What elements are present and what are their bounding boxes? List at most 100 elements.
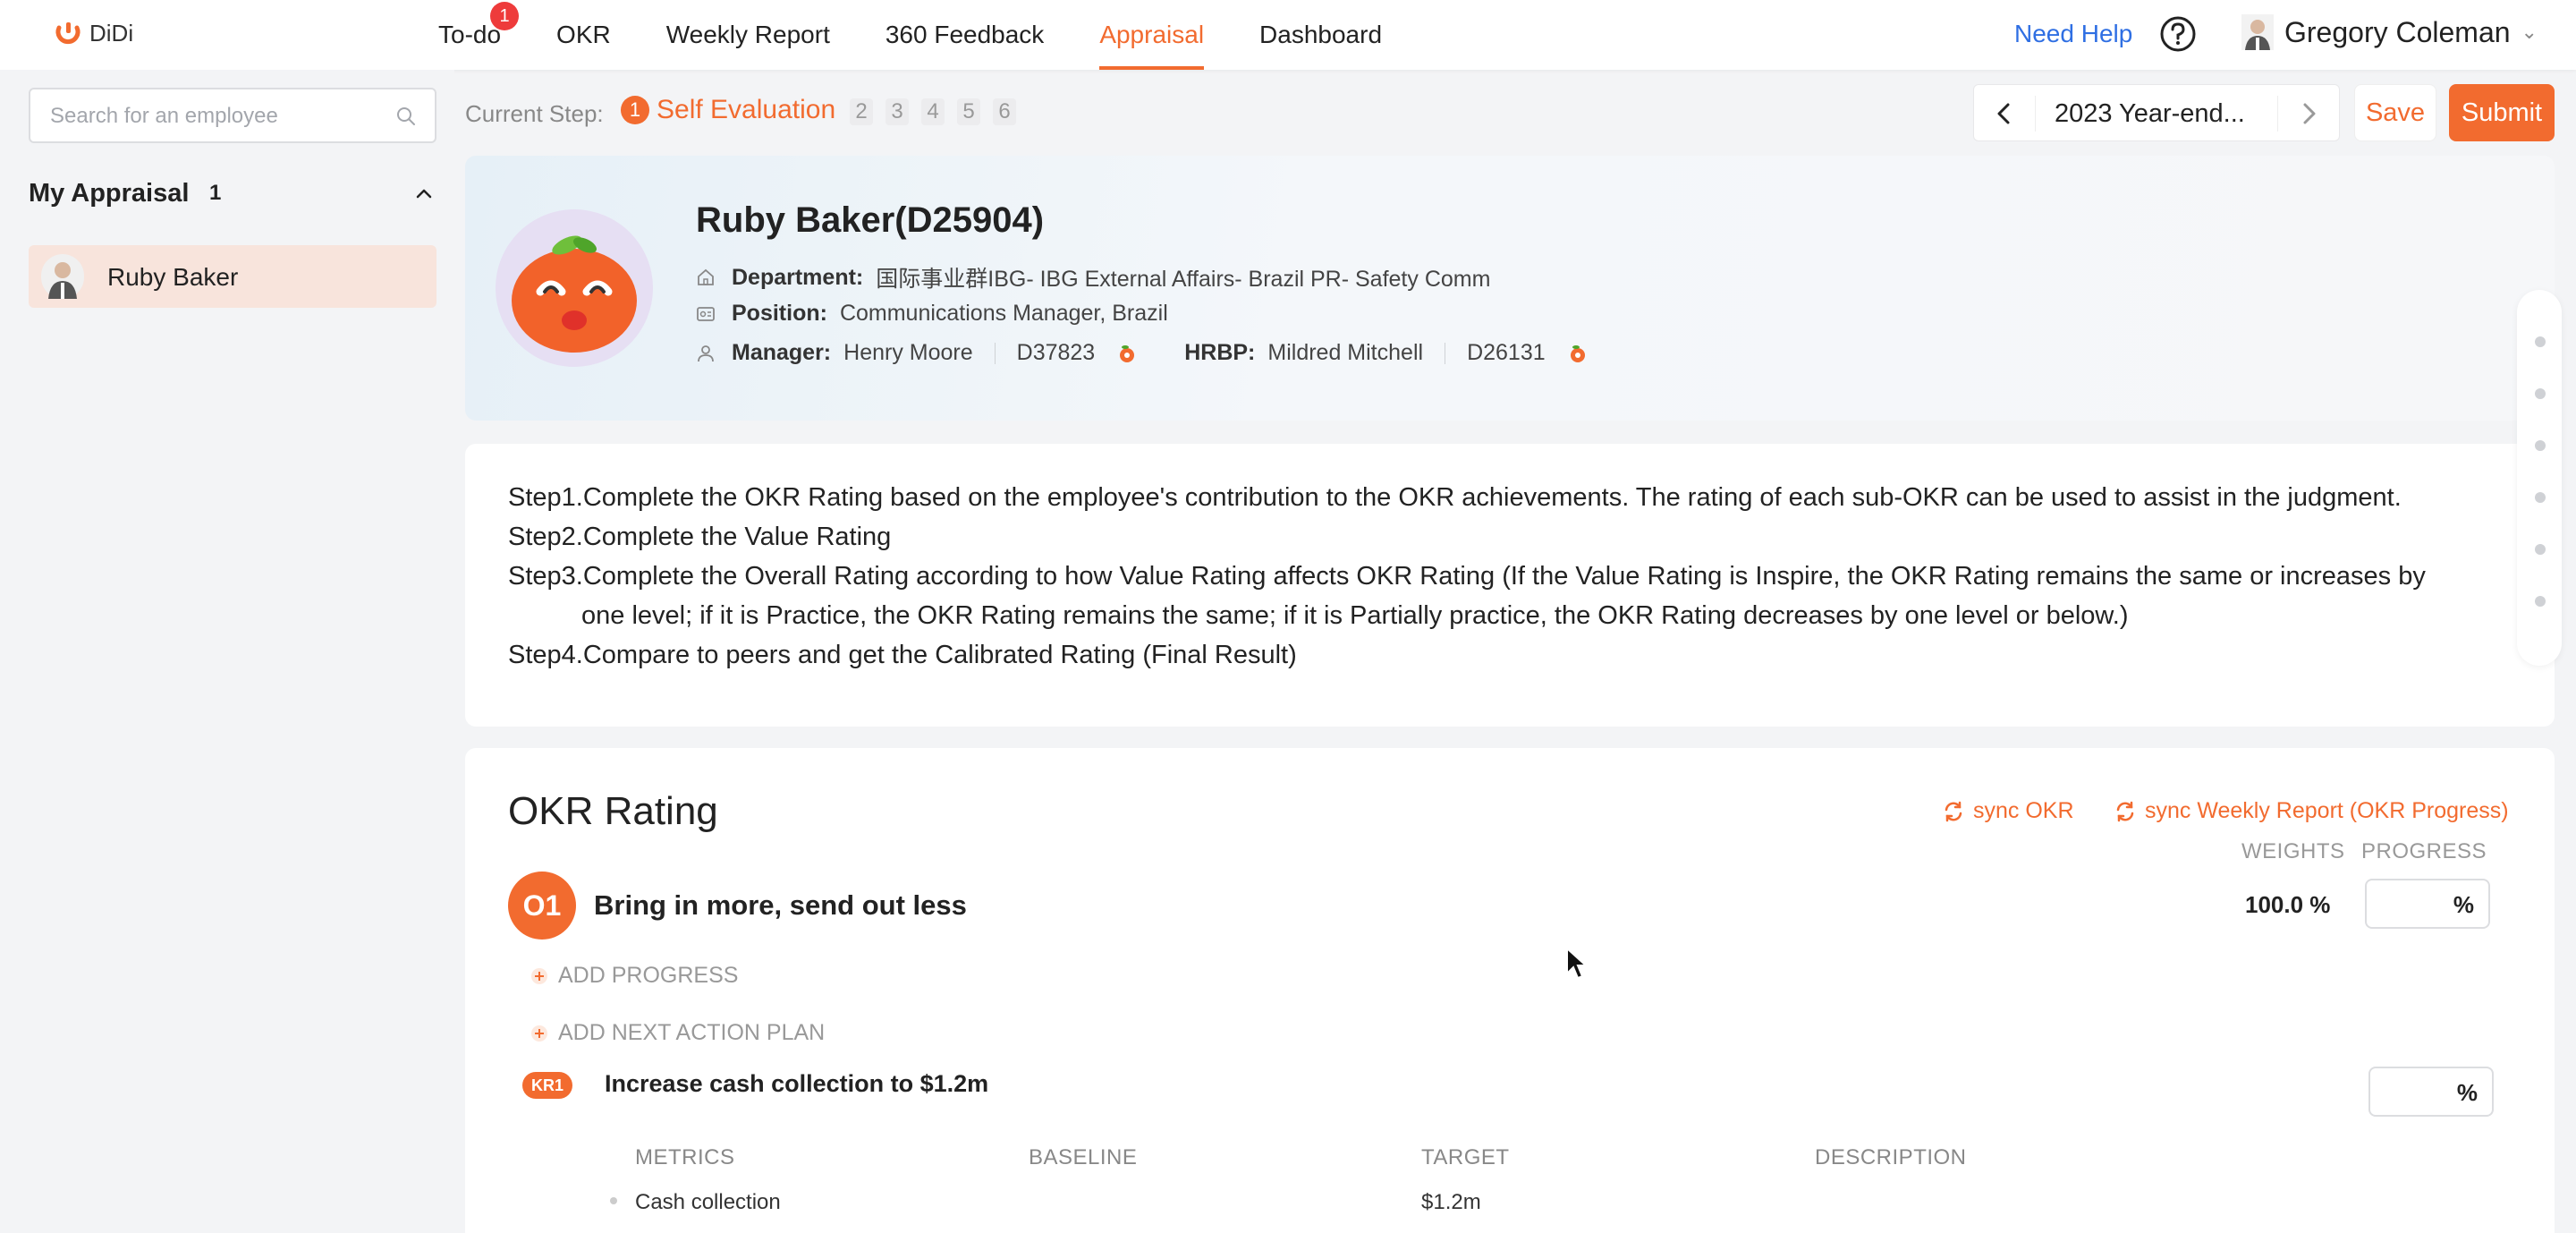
submit-button[interactable]: Submit [2449,84,2555,141]
manager-id: D37823 [1016,340,1096,365]
plus-circle-icon [531,967,547,984]
department-value: 国际事业群IBG- IBG External Affairs- Brazil P… [876,267,1491,292]
instruction-step-2: Step2.Complete the Value Rating [508,523,892,551]
step-number-active: 1 [621,96,649,124]
my-appraisal-heading: My Appraisal [29,179,190,208]
chat-fruit-icon[interactable] [1116,343,1138,364]
position-value: Communications Manager, Brazil [839,301,1168,326]
objective-weight: 100.0 % [2245,891,2331,918]
chat-fruit-icon[interactable] [1567,343,1589,364]
question-circle-icon[interactable] [2159,15,2197,53]
metrics-column-header: METRICS [635,1145,735,1169]
section-scroll-indicator [2517,290,2562,666]
employee-search [29,88,436,143]
target-column-header: TARGET [1421,1145,1510,1169]
need-help-link[interactable]: Need Help [2014,20,2132,48]
sync-icon [1945,801,1962,821]
mouse-cursor-icon [1566,947,1589,980]
add-progress-label: ADD PROGRESS [558,963,739,988]
nav-todo-label: To-do [438,21,502,48]
okr-rating-card: OKR Rating sync OKR sync Weekly Report (… [465,748,2555,1233]
objective-progress-input[interactable] [2376,889,2456,918]
nav-appraisal[interactable]: Appraisal [1099,0,1204,70]
employee-avatar [496,209,653,367]
todo-count-badge: 1 [490,2,519,30]
chevron-left-icon[interactable] [1990,99,2019,128]
sync-weekly-report-link[interactable]: sync Weekly Report (OKR Progress) [2113,798,2509,824]
progress-column-header: PROGRESS [2361,839,2487,863]
employee-full-name: Ruby Baker(D25904) [696,200,1045,240]
section-dot[interactable] [2535,336,2546,347]
orange-mascot-icon [496,209,653,367]
chevron-up-icon[interactable] [413,183,435,204]
divider [994,342,996,364]
percent-symbol: % [2453,891,2474,918]
section-dot[interactable] [2535,544,2546,555]
objective-progress-field: % [2365,879,2490,929]
department-row: Department: 国际事业群IBG- IBG External Affai… [696,261,1490,293]
step-self-evaluation[interactable]: 1 Self Evaluation [621,95,835,125]
employee-item-ruby-baker[interactable]: Ruby Baker [29,245,436,308]
percent-symbol: % [2456,1079,2478,1106]
metric-target: $1.2m [1421,1190,1481,1214]
okr-rating-title: OKR Rating [508,789,718,833]
manager-name: Henry Moore [843,340,973,365]
manager-label: Manager: [732,340,832,365]
didi-logo-icon [55,21,80,44]
my-appraisal-count: 1 [209,181,222,205]
period-label[interactable]: 2023 Year-end... [2055,99,2245,129]
user-name: Gregory Coleman [2284,15,2511,48]
key-result-progress-input[interactable] [2379,1077,2460,1106]
weights-column-header: WEIGHTS [2241,839,2345,863]
search-icon[interactable] [395,106,417,127]
add-next-action-plan-button[interactable]: ADD NEXT ACTION PLAN [530,1020,825,1046]
hrbp-label: HRBP: [1184,340,1256,365]
chevron-right-icon[interactable] [2294,99,2323,128]
save-button[interactable]: Save [2354,84,2436,141]
section-dot[interactable] [2535,440,2546,451]
section-dot[interactable] [2535,596,2546,607]
sync-okr-link[interactable]: sync OKR [1941,798,2074,824]
key-result-progress-field: % [2368,1067,2494,1117]
section-dot[interactable] [2535,388,2546,399]
list-bullet [610,1197,617,1204]
baseline-column-header: BASELINE [1029,1145,1138,1169]
section-dot[interactable] [2535,492,2546,503]
step-6[interactable]: 6 [993,98,1016,125]
logo-text: DiDi [89,20,134,47]
user-menu[interactable]: Gregory Coleman ⌄ [2241,14,2538,50]
nav-weekly-report[interactable]: Weekly Report [666,0,830,70]
key-result-badge: KR1 [522,1072,572,1099]
instructions-card: Step1.Complete the OKR Rating based on t… [465,444,2555,727]
step-5[interactable]: 5 [957,98,980,125]
home-icon [698,268,714,285]
nav-dashboard[interactable]: Dashboard [1259,0,1382,70]
step-2[interactable]: 2 [850,98,873,125]
nav-todo[interactable]: To-do 1 [438,0,519,70]
description-column-header: DESCRIPTION [1815,1145,1967,1169]
employee-search-input[interactable] [50,102,390,131]
sync-okr-label: sync OKR [1973,798,2074,823]
objective-title: Bring in more, send out less [594,889,967,921]
nav-360-feedback[interactable]: 360 Feedback [886,0,1044,70]
didi-logo[interactable]: DiDi [54,20,133,47]
key-result-title: Increase cash collection to $1.2m [605,1070,989,1097]
step-active-label: Self Evaluation [657,95,836,124]
chevron-down-icon: ⌄ [2521,21,2538,43]
step-3[interactable]: 3 [886,98,909,125]
period-selector: 2023 Year-end... [1973,84,2340,141]
divider [2035,96,2036,132]
instruction-step-3: Step3.Complete the Overall Rating accord… [508,562,2426,591]
employee-profile-card: Ruby Baker(D25904) Department: 国际事业群IBG-… [465,156,2555,421]
metric-name: Cash collection [635,1190,781,1214]
instruction-step-1: Step1.Complete the OKR Rating based on t… [508,483,2402,512]
sync-icon [2116,801,2134,821]
nav-okr[interactable]: OKR [556,0,611,70]
id-card-icon [697,306,715,321]
instruction-step-3-cont: one level; if it is Practice, the OKR Ra… [581,601,2129,630]
top-navigation-bar: DiDi To-do 1 OKR Weekly Report 360 Feedb… [0,0,2576,70]
step-4[interactable]: 4 [921,98,945,125]
add-progress-button[interactable]: ADD PROGRESS [530,963,738,989]
position-row: Position: Communications Manager, Brazil [696,301,1168,327]
plus-circle-icon [531,1025,547,1042]
